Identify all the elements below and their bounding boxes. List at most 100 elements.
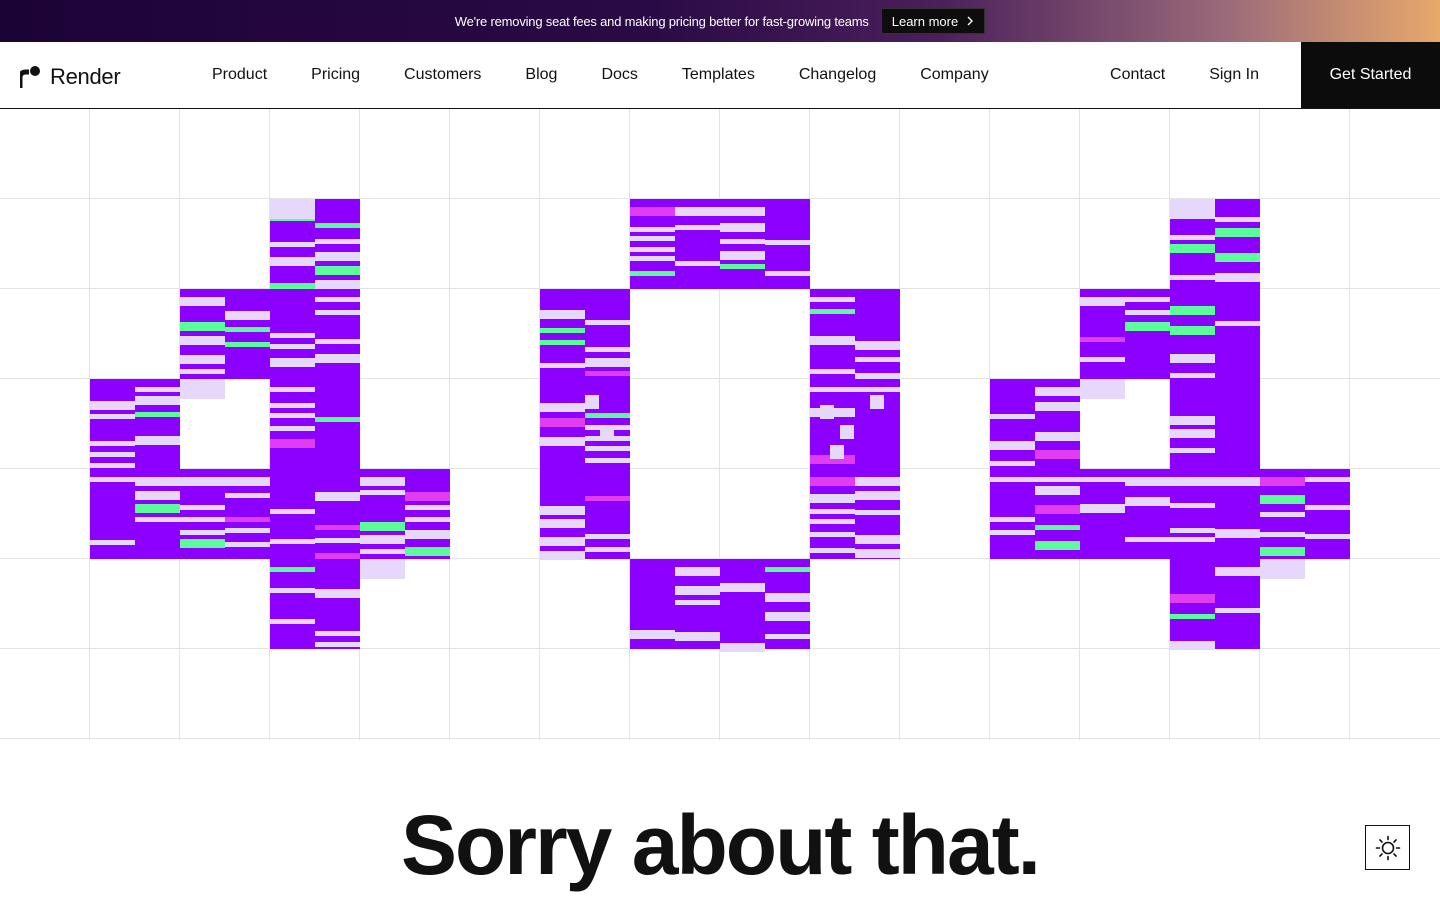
pixel-stripe <box>855 535 900 544</box>
pixel-stripe <box>315 239 360 244</box>
theme-toggle-button[interactable] <box>1365 825 1410 870</box>
pixel-stripe <box>585 371 630 376</box>
pixel-stripe <box>765 567 810 572</box>
learn-more-button[interactable]: Learn more <box>880 8 986 34</box>
pixel-stripe <box>135 477 180 486</box>
nav-link-blog[interactable]: Blog <box>503 66 579 84</box>
pixel-stripe <box>630 227 675 232</box>
pixel-stripe <box>225 528 270 533</box>
contact-link[interactable]: Contact <box>1088 66 1187 84</box>
pixel-stripe <box>180 539 225 548</box>
pixel-stripe <box>990 414 1035 419</box>
pixel-stripe <box>855 510 900 515</box>
404-illustration <box>0 109 1440 740</box>
pixel-stripe <box>1170 416 1215 425</box>
pixel-stripe <box>270 333 315 338</box>
pixel-stripe <box>360 522 405 531</box>
pixel-dot <box>840 425 854 439</box>
pixel-stripe <box>270 413 315 418</box>
nav-link-changelog[interactable]: Changelog <box>777 66 898 84</box>
pixel-stripe <box>585 446 630 451</box>
pixel-stripe <box>585 534 630 539</box>
pixel-stripe <box>675 632 720 641</box>
pixel-stripe <box>540 519 585 528</box>
pixel-stripe <box>135 412 180 417</box>
learn-more-label: Learn more <box>891 13 959 29</box>
pixel-stripe <box>1305 477 1350 482</box>
nav-link-docs[interactable]: Docs <box>579 66 659 84</box>
pixel-stripe <box>675 586 720 595</box>
pixel-stripe <box>810 509 855 514</box>
pixel-stripe <box>1170 503 1215 508</box>
pixel-stripe <box>540 310 585 319</box>
pixel-stripe <box>1080 357 1125 362</box>
pixel-stripe <box>585 547 630 552</box>
pixel-stripe <box>990 477 1035 482</box>
pixel-stripe <box>315 339 360 344</box>
pixel-stripe <box>675 261 720 266</box>
pixel-stripe <box>315 252 360 261</box>
nav-link-customers[interactable]: Customers <box>382 66 503 84</box>
pixel-stripe <box>270 387 315 392</box>
nav-link-pricing[interactable]: Pricing <box>289 66 382 84</box>
pixel-stripe <box>540 537 585 546</box>
pixel-stripe <box>315 525 360 530</box>
pixel-stripe <box>1215 228 1260 237</box>
pixel-stripe <box>90 414 135 419</box>
pixel-stripe <box>1035 477 1080 482</box>
pixel-stripe <box>270 358 315 367</box>
pixel-stripe <box>405 547 450 556</box>
pixel-stripe <box>135 517 180 522</box>
pixel-stripe <box>1170 326 1215 335</box>
pixel-stripe <box>675 600 720 605</box>
pixel-dot <box>600 425 614 439</box>
pixel-stripe <box>540 551 585 560</box>
pixel-notch <box>360 559 405 579</box>
sign-in-link[interactable]: Sign In <box>1187 66 1281 84</box>
pixel-stripe <box>1035 402 1080 411</box>
pixel-stripe <box>270 539 315 544</box>
pixel-stripe <box>1170 373 1215 378</box>
pixel-stripe <box>225 327 270 332</box>
pixel-stripe <box>180 355 225 364</box>
pixel-stripe <box>630 271 675 276</box>
pixel-stripe <box>315 589 360 598</box>
pixel-stripe <box>1170 614 1215 619</box>
pixel-stripe <box>585 496 630 501</box>
pixel-stripe <box>540 506 585 515</box>
get-started-button[interactable]: Get Started <box>1301 42 1440 108</box>
chevron-right-icon <box>967 16 974 26</box>
pixel-stripe <box>810 519 855 524</box>
pixel-stripe <box>270 619 315 624</box>
pixel-stripe <box>1125 297 1170 302</box>
pixel-stripe <box>135 504 180 513</box>
pixel-stripe <box>585 413 630 418</box>
pixel-stripe <box>315 417 360 422</box>
pixel-stripe <box>810 494 855 503</box>
pixel-stripe <box>855 549 900 558</box>
pixel-stripe <box>360 549 405 554</box>
pixel-stripe <box>585 458 630 463</box>
pixel-stripe <box>1215 608 1260 613</box>
pixel-stripe <box>90 477 135 482</box>
pixel-stripe <box>315 223 360 228</box>
pixel-notch <box>1080 379 1125 399</box>
pixel-stripe <box>270 426 315 431</box>
nav-link-product[interactable]: Product <box>190 66 289 84</box>
render-logo[interactable]: Render <box>20 64 121 90</box>
pixel-stripe <box>810 548 855 553</box>
pixel-stripe <box>315 280 360 289</box>
pixel-stripe <box>1125 537 1170 542</box>
pixel-stripe <box>1125 477 1170 486</box>
nav-link-templates[interactable]: Templates <box>660 66 777 84</box>
pixel-stripe <box>540 328 585 333</box>
pixel-stripe <box>855 341 900 350</box>
nav-link-company[interactable]: Company <box>898 66 1010 84</box>
pixel-stripe <box>810 297 855 302</box>
pixel-stripe <box>1035 505 1080 514</box>
pixel-stripe <box>765 240 810 245</box>
pixel-stripe <box>1125 322 1170 331</box>
pixel-stripe <box>540 363 585 368</box>
pixel-stripe <box>225 493 270 498</box>
pixel-stripe <box>1305 534 1350 539</box>
